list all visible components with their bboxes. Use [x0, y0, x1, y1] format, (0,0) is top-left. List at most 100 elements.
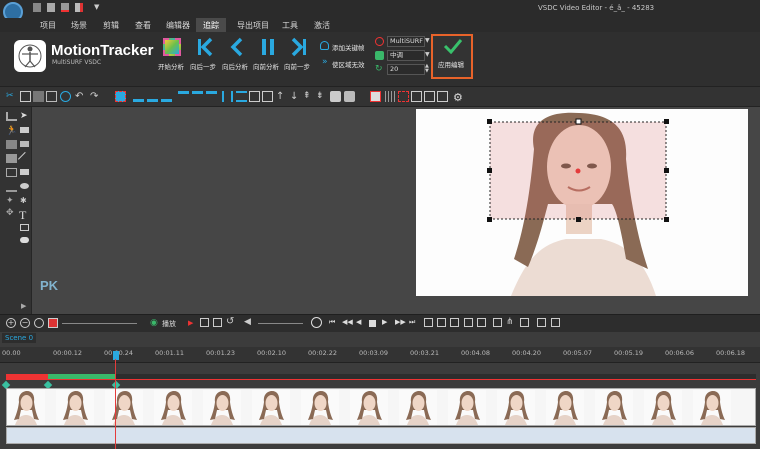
visibility-toggle-icon[interactable]: ◉ [150, 318, 158, 328]
resize-icon[interactable] [411, 91, 422, 102]
menu-export[interactable]: 导出项目 [237, 20, 269, 31]
frame-icon[interactable] [437, 91, 448, 102]
menu-view[interactable]: 查看 [135, 20, 151, 31]
zoom-slider[interactable] [62, 323, 137, 324]
align-left-icon[interactable] [133, 91, 144, 102]
zoom-fit-icon[interactable] [34, 318, 44, 328]
ellipse-tool-icon[interactable] [20, 183, 29, 189]
start-analysis-button[interactable]: 开始分析 [157, 36, 189, 71]
loop-icon[interactable]: ↺ [226, 316, 234, 327]
menu-editor[interactable]: 编辑器 [166, 20, 190, 31]
line-tool-icon[interactable] [17, 151, 33, 167]
video-tool-icon[interactable] [6, 154, 17, 163]
more-options-icon[interactable] [551, 318, 560, 327]
circle-shape-icon[interactable] [60, 91, 71, 102]
volume-slider[interactable] [258, 323, 303, 324]
undo-icon[interactable]: ↶ [75, 91, 86, 102]
value-stepper[interactable]: ↻ 20 ▲ ▼ [374, 64, 432, 75]
skip-start-icon[interactable]: ⏮ [329, 318, 335, 327]
skip-end-icon[interactable]: ⏭ [409, 318, 415, 327]
rewind-icon[interactable]: ◀◀ [342, 318, 353, 326]
spectrum-tool-icon[interactable] [6, 183, 17, 192]
prev-frame-icon[interactable]: ◀ [356, 318, 361, 326]
quick-record-icon[interactable] [75, 3, 83, 12]
menu-cut[interactable]: 剪辑 [103, 20, 119, 31]
align-middle-icon[interactable] [192, 91, 203, 102]
snap-magnet-icon[interactable]: ⋔ [506, 317, 514, 327]
marker-out-icon[interactable] [437, 318, 446, 327]
menu-tracking[interactable]: 追踪 [196, 18, 226, 33]
tracking-range-bar[interactable] [6, 374, 756, 380]
play-label[interactable]: 播放 [162, 319, 176, 329]
layer-tool-icon[interactable] [20, 141, 29, 147]
group-icon[interactable] [330, 91, 341, 102]
audio-track[interactable] [6, 427, 756, 444]
split-icon[interactable] [200, 318, 209, 327]
prev-marker-icon[interactable] [464, 318, 473, 327]
snap-icon[interactable] [398, 91, 409, 102]
pin-tool-icon[interactable]: ✱ [20, 196, 27, 205]
add-keyframe-button[interactable]: 添加关键帧 [318, 40, 370, 52]
quick-export-icon[interactable] [61, 3, 69, 12]
fullscreen-icon[interactable] [424, 91, 435, 102]
cursor-tool-icon[interactable]: ➤ [20, 111, 28, 121]
chart-tool-icon[interactable] [6, 112, 17, 121]
marker-clear-icon[interactable] [450, 318, 459, 327]
align-right-icon[interactable] [161, 91, 172, 102]
move-tool-icon[interactable]: ✥ [6, 208, 17, 218]
invalidate-region-button[interactable]: » 使区域无效 [318, 57, 370, 69]
rect-shape-icon[interactable] [20, 169, 29, 175]
ungroup-icon[interactable] [344, 91, 355, 102]
menu-activate[interactable]: 激活 [314, 20, 330, 31]
record-marker-icon[interactable]: ▶ [188, 319, 193, 327]
delete-icon[interactable] [46, 91, 57, 102]
insert-icon[interactable] [493, 318, 502, 327]
algorithm-select[interactable]: MultiSURF ▼ [374, 36, 432, 47]
cut-icon[interactable]: ✂ [6, 91, 17, 102]
playhead-marker[interactable] [113, 351, 119, 360]
redo-icon[interactable]: ↷ [90, 91, 101, 102]
menu-scene[interactable]: 场景 [71, 20, 87, 31]
subtitle-tool-icon[interactable] [6, 168, 17, 177]
zoom-in-icon[interactable]: + [6, 318, 16, 328]
analyze-forward-button[interactable]: 向前分析 [253, 36, 283, 71]
marker-in-icon[interactable] [424, 318, 433, 327]
settings-gear-icon[interactable]: ⚙ [453, 91, 464, 104]
sparkle-tool-icon[interactable]: ✦ [6, 196, 17, 206]
caption-tool-icon[interactable] [20, 224, 29, 231]
align-bottom-icon[interactable] [206, 91, 217, 102]
next-marker-icon[interactable] [477, 318, 486, 327]
copy-icon[interactable] [20, 91, 31, 102]
step-forward-button[interactable]: 向前一步 [284, 36, 314, 71]
align-center-icon[interactable] [147, 91, 158, 102]
trim-icon[interactable] [213, 318, 222, 327]
video-preview[interactable] [416, 109, 748, 296]
motion-tool-icon[interactable]: 🏃 [6, 126, 17, 136]
step-back-button[interactable]: 向后一步 [190, 36, 220, 71]
quality-select[interactable]: 中调 ▼ [374, 50, 432, 61]
clip-settings-icon[interactable] [537, 318, 546, 327]
select-all-icon[interactable] [115, 91, 126, 102]
same-size-icon[interactable] [249, 91, 260, 102]
fit-icon[interactable] [262, 91, 273, 102]
video-track[interactable] [6, 388, 756, 426]
image-tool-icon[interactable] [6, 140, 17, 149]
quick-save-icon[interactable] [33, 3, 41, 12]
move-down-icon[interactable]: ↓ [290, 91, 301, 102]
rectangle-tool-icon[interactable] [20, 127, 29, 133]
stop-icon[interactable] [369, 320, 376, 327]
text-tool-icon[interactable]: T [19, 208, 26, 223]
scene-tab[interactable]: Scene 0 [2, 333, 37, 343]
paste-icon[interactable] [33, 91, 44, 102]
move-up-icon[interactable]: ↑ [276, 91, 287, 102]
menu-project[interactable]: 项目 [40, 20, 56, 31]
next-frame-icon[interactable]: ▶ [382, 318, 387, 326]
expand-arrow-icon[interactable]: ▶ [21, 302, 26, 310]
send-back-icon[interactable]: ⇟ [316, 91, 327, 102]
quick-access-dropdown-icon[interactable]: ▼ [94, 3, 99, 11]
zoom-out-icon[interactable]: − [20, 318, 30, 328]
analyze-backward-button[interactable]: 向后分析 [222, 36, 252, 71]
quick-new-icon[interactable] [47, 3, 55, 12]
volume-icon[interactable]: ◀ [244, 317, 251, 327]
distribute-v-icon[interactable] [236, 91, 247, 102]
